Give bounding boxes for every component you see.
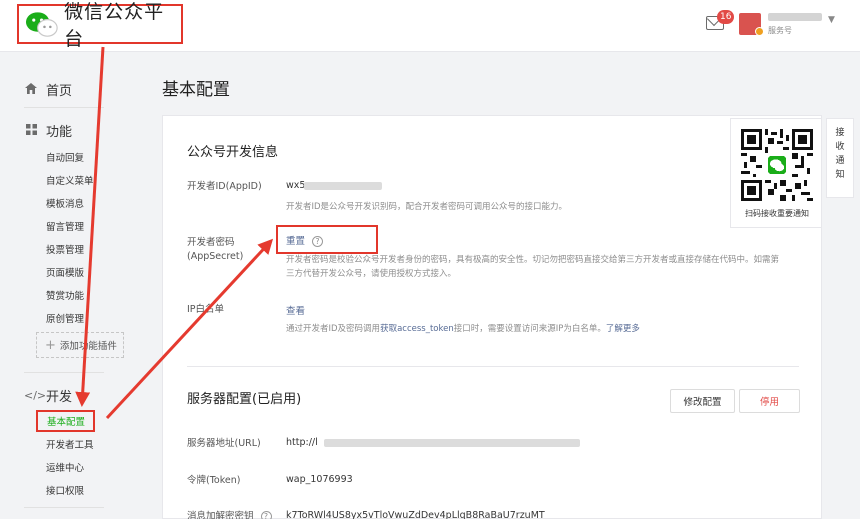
ip-description: 通过开发者ID及密码调用获取access_token接口时，需要设置访问来源IP…	[286, 322, 640, 336]
section-divider	[187, 366, 799, 367]
reset-secret-link[interactable]: 重置 ?	[286, 233, 324, 247]
url-redacted	[324, 439, 580, 447]
config-panel: 公众号开发信息 开发者ID(AppID) wx5 开发者ID是公众号开发识别码，…	[162, 115, 822, 519]
qr-caption: 扫码接收重要通知	[745, 209, 809, 218]
section-title-dev-info: 公众号开发信息	[187, 145, 279, 160]
sidebar-item-votes[interactable]: 投票管理	[46, 242, 84, 256]
chevron-down-icon[interactable]: ▼	[828, 15, 835, 25]
ip-whitelist-label: IP白名单	[187, 304, 225, 315]
aes-key-label: 消息加解密密钥 ?	[187, 510, 272, 519]
sidebar-item-page-templates[interactable]: 页面模版	[46, 265, 84, 279]
sidebar-item-original[interactable]: 原创管理	[46, 311, 84, 325]
sidebar-section-label: 功能	[46, 125, 73, 140]
view-ip-link[interactable]: 查看	[286, 303, 305, 317]
app-title: 微信公众平台	[64, 1, 165, 50]
sidebar-section-dev[interactable]: </> 开发	[24, 386, 72, 405]
page-title: 基本配置	[162, 80, 230, 100]
sidebar-section-label: 开发	[46, 390, 73, 405]
stop-button[interactable]: 停用	[739, 389, 800, 413]
sidebar-item-comments[interactable]: 留言管理	[46, 219, 84, 233]
secret-label-line2: (AppSecret)	[187, 250, 244, 262]
account-type: 服务号	[768, 26, 792, 35]
url-value: http://l	[286, 437, 318, 448]
tab-char: 知	[835, 169, 845, 180]
tab-char: 收	[835, 141, 845, 152]
token-value: wap_1076993	[286, 474, 353, 485]
sidebar-item-label: 首页	[46, 84, 73, 99]
account-name-redacted	[768, 13, 822, 21]
access-token-link[interactable]: 获取access_token	[380, 324, 454, 334]
appid-value: wx5	[286, 180, 306, 191]
divider	[24, 372, 104, 373]
sidebar-section-features[interactable]: 功能	[24, 121, 72, 140]
appid-label: 开发者ID(AppID)	[187, 181, 262, 192]
plus-icon: +	[45, 337, 56, 353]
home-icon	[24, 82, 38, 97]
top-header: 微信公众平台 16 服务号 ▼	[0, 0, 860, 52]
appid-redacted	[304, 182, 382, 190]
ip-desc-text: 通过开发者ID及密码调用	[286, 324, 381, 334]
divider	[24, 507, 104, 508]
sidebar-item-auto-reply[interactable]: 自动回复	[46, 150, 84, 164]
secret-desc-line2: 三方代替开发公众号，请使用授权方式接入。	[286, 269, 457, 280]
sidebar-item-api-permissions[interactable]: 接口权限	[46, 483, 84, 497]
sidebar-item-dev-tools[interactable]: 开发者工具	[46, 437, 94, 451]
aes-label-text: 消息加解密密钥	[187, 511, 254, 519]
secret-description: 开发者密码是校验公众号开发者身份的密码，具有极高的安全性。切记勿把密码直接交给第…	[286, 253, 806, 282]
sidebar: 首页 功能 自动回复 自定义菜单 模板消息 留言管理 投票管理 页面模版 赞赏功…	[0, 52, 140, 519]
sidebar-item-home[interactable]: 首页	[24, 80, 72, 99]
add-plugin-label: 添加功能插件	[59, 341, 117, 352]
sidebar-item-custom-menu[interactable]: 自定义菜单	[46, 173, 94, 187]
grid-icon	[24, 123, 38, 138]
aes-key-value: k7ToRWl4US8yx5vTloVwuZdDev4pLlqB8RaBaU7r…	[286, 510, 545, 519]
token-label: 令牌(Token)	[187, 475, 241, 486]
wechat-logo-icon	[25, 12, 58, 37]
qr-card: 扫码接收重要通知	[730, 118, 822, 228]
section-title-server: 服务器配置(已启用)	[187, 392, 302, 407]
help-icon[interactable]: ?	[312, 236, 324, 247]
secret-label-line1: 开发者密码	[187, 237, 235, 248]
sidebar-item-ops-center[interactable]: 运维中心	[46, 460, 84, 474]
receive-notifications-tab[interactable]: 接 收 通 知	[826, 118, 854, 198]
secret-label: 开发者密码 (AppSecret)	[187, 236, 243, 264]
notification-badge: 16	[717, 10, 735, 24]
secret-desc-line1: 开发者密码是校验公众号开发者身份的密码，具有极高的安全性。切记勿把密码直接交给第…	[286, 255, 780, 265]
divider	[24, 107, 104, 108]
logo[interactable]: 微信公众平台	[17, 1, 183, 50]
tab-char: 通	[835, 155, 845, 166]
code-icon: </>	[24, 389, 47, 402]
help-icon[interactable]: ?	[260, 511, 272, 519]
appid-description: 开发者ID是公众号开发识别码，配合开发者密码可调用公众号的接口能力。	[286, 202, 568, 212]
learn-more-link[interactable]: 了解更多	[606, 324, 640, 334]
modify-config-button[interactable]: 修改配置	[670, 389, 735, 413]
sidebar-item-label: 基本配置	[47, 417, 86, 428]
tab-char: 接	[835, 128, 845, 138]
verified-badge-icon	[755, 27, 764, 36]
qr-code-icon	[741, 129, 813, 201]
sidebar-item-template-msg[interactable]: 模板消息	[46, 196, 84, 210]
add-plugin-button[interactable]: + 添加功能插件	[36, 332, 124, 358]
reset-label: 重置	[286, 236, 306, 247]
url-label: 服务器地址(URL)	[187, 438, 261, 449]
sidebar-item-basic-config[interactable]: 基本配置	[36, 410, 95, 432]
ip-desc-text: 接口时，需要设置访问来源IP为白名单。	[453, 324, 606, 334]
sidebar-item-reward[interactable]: 赞赏功能	[46, 288, 84, 302]
